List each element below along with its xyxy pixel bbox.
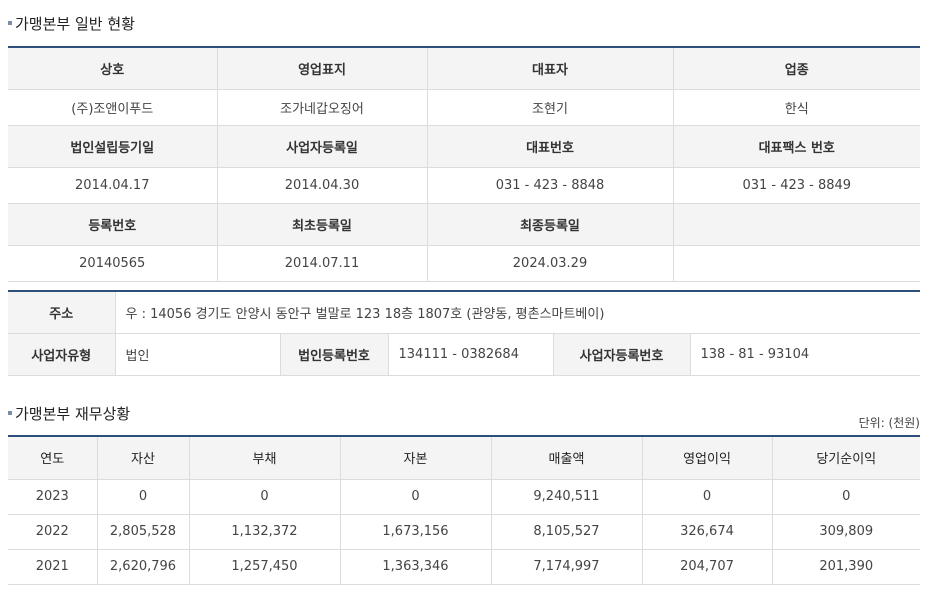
section-title-financial: 가맹본부 재무상황 [8,403,130,424]
value-industry: 한식 [672,89,920,126]
value-fax: 031 - 423 - 8849 [672,167,920,204]
cell-equity: 1,363,346 [339,549,491,585]
table-row: 20140565 2014.07.11 2024.03.29 [8,245,920,282]
biz-type-value: 법인 [114,333,280,376]
financial-table: 연도 자산 부채 자본 매출액 영업이익 당기순이익 2023 0 0 0 9,… [8,435,920,585]
cell-revenue: 7,174,997 [490,549,642,585]
value-company-name: (주)조앤이푸드 [8,89,217,126]
table-header-row: 연도 자산 부채 자본 매출액 영업이익 당기순이익 [8,436,920,480]
header-net-income: 당기순이익 [771,436,920,480]
table-row: 2021 2,620,796 1,257,450 1,363,346 7,174… [8,549,920,585]
value-last-reg-date: 2024.03.29 [426,245,673,282]
header-registration-no: 등록번호 [8,203,217,246]
value-business-reg-date: 2014.04.30 [216,167,427,204]
cell-liabilities: 1,132,372 [188,514,340,550]
header-incorporation-date: 법인설립등기일 [8,125,217,168]
bullet-icon [8,20,12,25]
header-industry: 업종 [672,47,920,90]
value-empty [672,245,920,282]
cell-year: 2021 [8,549,97,585]
header-company-name: 상호 [8,47,217,90]
header-fax: 대표팩스 번호 [672,125,920,168]
header-ceo: 대표자 [426,47,673,90]
header-year: 연도 [8,436,97,480]
cell-revenue: 8,105,527 [490,514,642,550]
section-title-general: 가맹본부 일반 현황 [8,13,135,34]
address-table: 주소 우 : 14056 경기도 안양시 동안구 벌말로 123 18층 180… [8,290,921,376]
header-first-reg-date: 최초등록일 [216,203,427,246]
cell-year: 2022 [8,514,97,550]
cell-equity: 0 [339,479,491,515]
cell-assets: 2,805,528 [96,514,189,550]
cell-operating-income: 326,674 [641,514,772,550]
table-row: 2014.04.17 2014.04.30 031 - 423 - 8848 0… [8,167,920,204]
header-equity: 자본 [339,436,491,480]
unit-label: 단위: (천원) [858,416,920,430]
header-phone: 대표번호 [426,125,673,168]
cell-equity: 1,673,156 [339,514,491,550]
address-label: 주소 [8,291,115,334]
bullet-icon [8,410,12,415]
header-revenue: 매출액 [490,436,642,480]
table-header-row: 법인설립등기일 사업자등록일 대표번호 대표팩스 번호 [8,125,920,168]
value-ceo: 조현기 [426,89,673,126]
biz-no-value: 138 - 81 - 93104 [689,333,921,376]
header-brand: 영업표지 [216,47,427,90]
header-business-reg-date: 사업자등록일 [216,125,427,168]
cell-operating-income: 204,707 [641,549,772,585]
table-header-row: 등록번호 최초등록일 최종등록일 [8,203,920,246]
cell-liabilities: 1,257,450 [188,549,340,585]
cell-net-income: 201,390 [771,549,920,585]
cell-year: 2023 [8,479,97,515]
header-assets: 자산 [96,436,189,480]
value-first-reg-date: 2014.07.11 [216,245,427,282]
table-row: 2022 2,805,528 1,132,372 1,673,156 8,105… [8,514,920,550]
biz-type-label: 사업자유형 [8,333,115,376]
cell-assets: 0 [96,479,189,515]
general-info-table: 상호 영업표지 대표자 업종 (주)조앤이푸드 조가네갑오징어 조현기 한식 법… [8,46,920,282]
header-empty [672,203,920,246]
table-row: (주)조앤이푸드 조가네갑오징어 조현기 한식 [8,89,920,126]
value-registration-no: 20140565 [8,245,217,282]
biz-no-label: 사업자등록번호 [552,333,690,376]
value-incorporation-date: 2014.04.17 [8,167,217,204]
cell-operating-income: 0 [641,479,772,515]
cell-revenue: 9,240,511 [490,479,642,515]
cell-liabilities: 0 [188,479,340,515]
value-brand: 조가네갑오징어 [216,89,427,126]
cell-net-income: 309,809 [771,514,920,550]
corp-no-label: 법인등록번호 [279,333,388,376]
header-last-reg-date: 최종등록일 [426,203,673,246]
cell-net-income: 0 [771,479,920,515]
cell-assets: 2,620,796 [96,549,189,585]
table-row: 사업자유형 법인 법인등록번호 134111 - 0382684 사업자등록번호… [8,333,921,376]
corp-no-value: 134111 - 0382684 [387,333,553,376]
header-operating-income: 영업이익 [641,436,772,480]
value-phone: 031 - 423 - 8848 [426,167,673,204]
table-header-row: 상호 영업표지 대표자 업종 [8,47,920,90]
table-row: 2023 0 0 0 9,240,511 0 0 [8,479,920,515]
address-value: 우 : 14056 경기도 안양시 동안구 벌말로 123 18층 1807호 … [114,291,921,334]
table-row: 주소 우 : 14056 경기도 안양시 동안구 벌말로 123 18층 180… [8,291,921,334]
header-liabilities: 부채 [188,436,340,480]
